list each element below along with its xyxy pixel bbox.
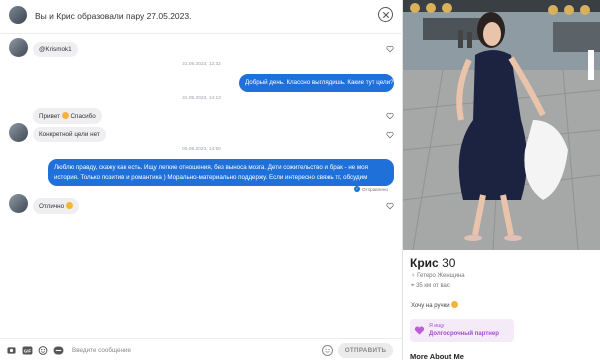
match-title: Вы и Крис образовали пару 27.05.2023.	[35, 11, 192, 21]
profile-photo[interactable]	[403, 0, 600, 250]
distance-text: 35 км от вас	[416, 283, 450, 289]
date-separator: 05.06.2023, 14:50	[182, 147, 221, 152]
profile-photo-illustration	[403, 0, 600, 250]
message-bubble-outgoing: Добрый день. Классно выглядишь. Какие ту…	[239, 74, 394, 92]
like-heart-icon[interactable]	[386, 202, 394, 210]
date-separator: 31.05.2023, 12:32	[182, 62, 221, 67]
person-icon: ♀	[411, 273, 416, 279]
emoji-icon	[65, 202, 73, 209]
message-bubble: Привет Спасибо	[33, 108, 102, 124]
avatar[interactable]	[9, 194, 28, 213]
message-bubble: Отлично	[33, 198, 79, 214]
location-pin-icon: ⌖	[411, 283, 415, 289]
message-bubble: @Krismok1	[33, 42, 78, 57]
message-input[interactable]	[72, 345, 312, 356]
orientation-row: ♀ Гетеро Женщина	[411, 273, 465, 279]
about-text: Хочу на ручки	[411, 301, 459, 309]
profile-name-text: Крис	[410, 256, 439, 270]
message-text: Привет	[39, 113, 60, 120]
chat-header: Вы и Крис образовали пару 27.05.2023.	[0, 0, 403, 34]
svg-text:GIF: GIF	[24, 348, 32, 353]
status-text: Отправлено	[362, 186, 388, 192]
heart-search-icon	[414, 326, 425, 335]
emoji-icon	[451, 301, 459, 308]
message-composer: GIF ОТПРАВИТЬ	[0, 338, 403, 360]
message-text: Спасибо	[70, 113, 96, 120]
profile-age: 30	[442, 256, 456, 270]
emoji-picker-icon[interactable]	[322, 345, 333, 356]
emoji-icon	[61, 112, 69, 119]
message-bubble-outgoing: Люблю правду, скажу как есть. Ищу легкие…	[48, 159, 394, 186]
date-separator: 31.05.2023, 14:13	[182, 96, 221, 101]
gif-icon[interactable]: GIF	[22, 346, 33, 355]
sent-check-icon: ✓	[354, 186, 360, 192]
profile-name: Крис 30	[410, 256, 455, 270]
message-list[interactable]: @Krismok1 31.05.2023, 12:32 Добрый день.…	[0, 35, 403, 335]
looking-for-value: Долгосрочный партнер	[429, 331, 499, 337]
avatar[interactable]	[9, 38, 28, 57]
sticker-icon[interactable]	[38, 346, 48, 355]
quick-reply-icon[interactable]	[53, 346, 64, 355]
like-heart-icon[interactable]	[386, 131, 394, 139]
avatar[interactable]	[9, 123, 28, 142]
orientation-text: Гетеро Женщина	[417, 273, 465, 279]
chat-panel: Вы и Крис образовали пару 27.05.2023. @K…	[0, 0, 403, 360]
message-text: Отлично	[39, 203, 65, 210]
close-icon	[382, 11, 389, 18]
close-button[interactable]	[378, 7, 393, 22]
looking-for-label: Я ищу	[429, 323, 445, 329]
message-bubble: Конкретной цели нет	[33, 127, 106, 142]
photo-icon[interactable]	[7, 346, 16, 355]
looking-for-chip: Я ищу Долгосрочный партнер	[410, 319, 514, 342]
distance-row: ⌖ 35 км от вас	[411, 283, 450, 290]
more-about-heading: More About Me	[410, 352, 464, 360]
profile-panel: Крис 30 ♀ Гетеро Женщина ⌖ 35 км от вас …	[403, 0, 600, 360]
avatar[interactable]	[9, 6, 27, 24]
like-heart-icon[interactable]	[386, 45, 394, 53]
send-button[interactable]: ОТПРАВИТЬ	[338, 343, 393, 358]
delivery-status: ✓ Отправлено	[354, 186, 388, 192]
about-text-value: Хочу на ручки	[411, 303, 450, 309]
like-heart-icon[interactable]	[386, 112, 394, 120]
